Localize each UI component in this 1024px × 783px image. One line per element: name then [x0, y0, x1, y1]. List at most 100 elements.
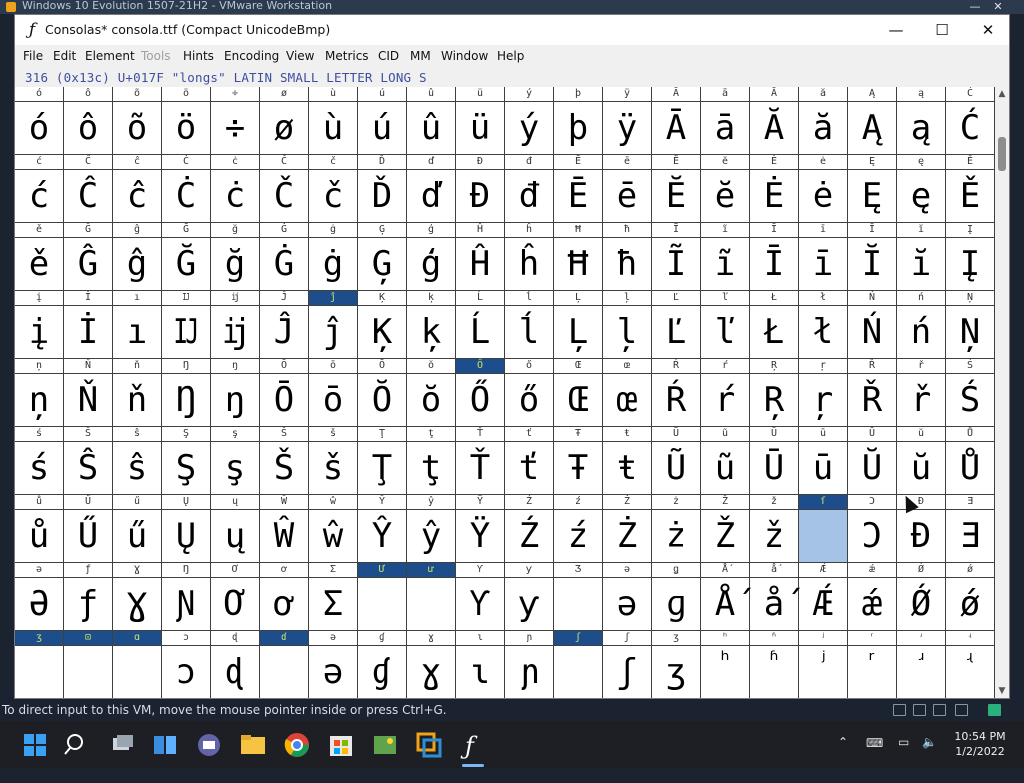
glyph-cell[interactable]: ŘŘ — [848, 359, 897, 427]
glyph-cell[interactable]: ĝĝ — [113, 223, 162, 291]
menu-window[interactable]: Window — [441, 49, 488, 63]
glyph-cell[interactable]: ĈĈ — [64, 155, 113, 223]
glyph-cell[interactable]: žž — [750, 495, 799, 563]
glyph-cell[interactable]: ľľ — [701, 291, 750, 359]
glyph-cell[interactable]: ʵʵ — [946, 631, 995, 698]
menu-hints[interactable]: Hints — [183, 49, 214, 63]
glyph-cell[interactable]: ŌŌ — [260, 359, 309, 427]
glyph-cell[interactable]: ĘĘ — [848, 155, 897, 223]
glyph-cell[interactable]: ŵŵ — [309, 495, 358, 563]
glyph-cell[interactable]: ʃ — [554, 631, 603, 698]
glyph-cell[interactable]: ņņ — [15, 359, 64, 427]
glyph-cell[interactable]: ĕĕ — [701, 155, 750, 223]
glyph-cell[interactable]: óó — [15, 87, 64, 155]
glyph-cell[interactable]: ŕŕ — [701, 359, 750, 427]
glyph-cell[interactable]: ũũ — [701, 427, 750, 495]
glyph-cell[interactable]: ɑ — [113, 631, 162, 698]
glyph-cell[interactable]: ÿÿ — [603, 87, 652, 155]
glyph-cell[interactable]: ĶĶ — [358, 291, 407, 359]
glyph-cell[interactable]: źź — [554, 495, 603, 563]
search-icon[interactable] — [60, 728, 94, 762]
glyph-cell[interactable]: ùù — [309, 87, 358, 155]
glyph-cell[interactable]: ĎĎ — [358, 155, 407, 223]
menu-edit[interactable]: Edit — [53, 49, 76, 63]
glyph-cell[interactable]: ňň — [113, 359, 162, 427]
glyph-cell[interactable]: ŮŮ — [946, 427, 995, 495]
scroll-down-icon[interactable]: ▼ — [995, 684, 1009, 698]
glyph-cell[interactable]: ɗ — [260, 631, 309, 698]
glyph-cell[interactable]: ǽǽ — [848, 563, 897, 631]
scroll-up-icon[interactable]: ▲ — [995, 87, 1009, 101]
glyph-cell[interactable]: ſ — [799, 495, 848, 563]
glyph-cell[interactable]: ƆƆ — [848, 495, 897, 563]
glyph-cell[interactable]: ɖɖ — [211, 631, 260, 698]
glyph-cell[interactable]: ķķ — [407, 291, 456, 359]
network-tray-icon[interactable]: ▭ — [898, 735, 909, 782]
glyph-cell[interactable]: đđ — [505, 155, 554, 223]
glyph-cell[interactable]: ěě — [15, 223, 64, 291]
glyph-cell[interactable]: ġġ — [309, 223, 358, 291]
glyph-cell[interactable]: ĂĂ — [750, 87, 799, 155]
glyph-cell[interactable]: ŶŶ — [358, 495, 407, 563]
glyph-cell[interactable]: ŏŏ — [407, 359, 456, 427]
glyph-cell[interactable]: ŬŬ — [848, 427, 897, 495]
glyph-cell[interactable]: ĖĖ — [750, 155, 799, 223]
glyph-cell[interactable]: ğğ — [211, 223, 260, 291]
volume-icon[interactable]: 🔈 — [922, 735, 937, 782]
glyph-cell[interactable]: įį — [15, 291, 64, 359]
glyph-cell[interactable]: ŋŋ — [211, 359, 260, 427]
glyph-cell[interactable]: þþ — [554, 87, 603, 155]
system-clock[interactable]: 10:54 PM 1/2/2022 — [950, 729, 1010, 759]
glyph-cell[interactable]: ĳĳ — [211, 291, 260, 359]
glyph-cell[interactable]: ŴŴ — [260, 495, 309, 563]
glyph-cell[interactable]: ăă — [799, 87, 848, 155]
glyph-cell[interactable]: ŪŪ — [750, 427, 799, 495]
glyph-cell[interactable]: ʒ — [15, 631, 64, 698]
menu-cid[interactable]: CID — [378, 49, 399, 63]
glyph-cell[interactable]: İİ — [64, 291, 113, 359]
menu-file[interactable]: File — [23, 49, 43, 63]
glyph-cell[interactable]: ŞŞ — [162, 427, 211, 495]
glyph-cell[interactable]: ŧŧ — [603, 427, 652, 495]
glyph-cell[interactable]: ĨĨ — [652, 223, 701, 291]
glyph-cell[interactable]: ŢŢ — [358, 427, 407, 495]
glyph-cell[interactable]: ċċ — [211, 155, 260, 223]
glyph-cell[interactable]: ģģ — [407, 223, 456, 291]
glyph-cell[interactable]: ɲɲ — [505, 631, 554, 698]
vm-close-button[interactable]: ✕ — [988, 0, 1008, 14]
glyph-cell[interactable]: ŽŽ — [701, 495, 750, 563]
glyph-cell[interactable]: ôô — [64, 87, 113, 155]
glyph-cell[interactable]: ĽĽ — [652, 291, 701, 359]
glyph-cell[interactable]: ư — [407, 563, 456, 631]
glyph-cell[interactable]: ŔŔ — [652, 359, 701, 427]
vertical-scrollbar[interactable]: ▲ ▼ — [995, 87, 1009, 698]
widgets-icon[interactable] — [148, 728, 182, 762]
glyph-cell[interactable]: ɔɔ — [162, 631, 211, 698]
glyph-cell[interactable]: Ʒ — [554, 563, 603, 631]
glyph-cell[interactable]: ŰŰ — [64, 495, 113, 563]
glyph-cell[interactable]: ĆĆ — [946, 87, 995, 155]
vmware-icon[interactable] — [412, 728, 446, 762]
glyph-cell[interactable]: õõ — [113, 87, 162, 155]
menu-metrics[interactable]: Metrics — [325, 49, 369, 63]
glyph-cell[interactable]: ĲĲ — [162, 291, 211, 359]
glyph-cell[interactable]: ƒƒ — [64, 563, 113, 631]
teams-chat-icon[interactable] — [192, 728, 226, 762]
glyph-cell[interactable]: żż — [652, 495, 701, 563]
glyph-cell[interactable]: Ư — [358, 563, 407, 631]
glyph-cell[interactable]: ûû — [407, 87, 456, 155]
glyph-cell[interactable]: ɩɩ — [456, 631, 505, 698]
glyph-cell[interactable]: ŃŃ — [848, 291, 897, 359]
glyph-cell[interactable]: ʳʳ — [848, 631, 897, 698]
glyph-cell[interactable]: əƏ — [15, 563, 64, 631]
glyph-cell[interactable]: ŁŁ — [750, 291, 799, 359]
glyph-cell[interactable]: ǼǼ — [799, 563, 848, 631]
windows-start-icon[interactable] — [18, 728, 52, 762]
glyph-cell[interactable]: āā — [701, 87, 750, 155]
glyph-cell[interactable]: ąą — [897, 87, 946, 155]
glyph-cell[interactable]: ŇŇ — [64, 359, 113, 427]
task-view-icon[interactable] — [105, 728, 139, 762]
glyph-cell[interactable]: ħħ — [603, 223, 652, 291]
cd-icon[interactable] — [913, 704, 926, 716]
glyph-cell[interactable]: řř — [897, 359, 946, 427]
